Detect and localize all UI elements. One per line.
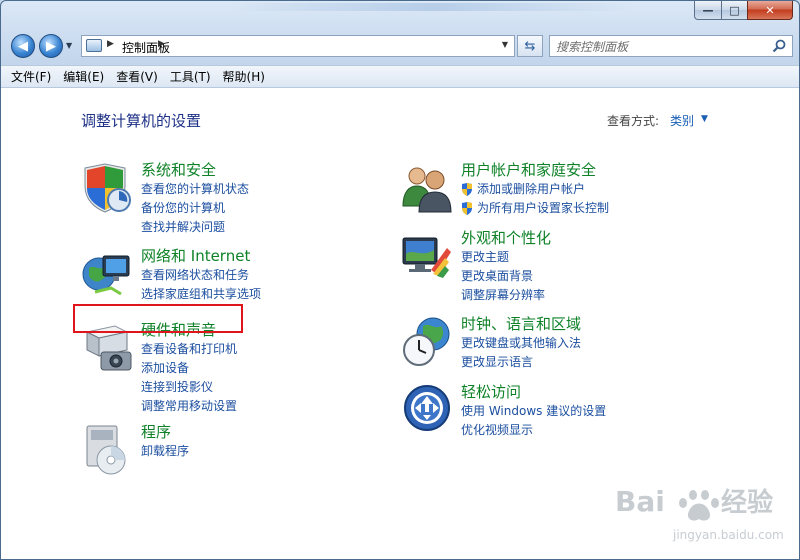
category-link[interactable]: 调整屏幕分辨率	[461, 286, 545, 305]
users-icon	[402, 167, 452, 213]
back-button[interactable]: ◀	[11, 34, 35, 58]
paw-icon	[679, 490, 719, 521]
maximize-button[interactable]: □	[721, 1, 747, 20]
category-title[interactable]: 轻松访问	[461, 381, 521, 402]
category-link[interactable]: 使用 Windows 建议的设置	[461, 402, 606, 421]
watermark-brand-left: Bai	[615, 485, 665, 518]
forward-arrow-icon: ▶	[46, 38, 56, 54]
category-link[interactable]: 为所有用户设置家长控制	[461, 199, 609, 218]
content-area: 调整计算机的设置 查看方式: 类别 ▼ 系统和安全 查看您的计算机状态 备份您的…	[1, 88, 799, 559]
category-link[interactable]: 卸载程序	[141, 442, 189, 461]
programs-disc-icon	[86, 425, 126, 475]
category-link[interactable]: 调整常用移动设置	[141, 397, 237, 416]
category-link[interactable]: 更改显示语言	[461, 353, 581, 372]
window-controls: — □ ✕	[694, 1, 793, 20]
forward-button[interactable]: ▶	[39, 34, 63, 58]
minimize-button[interactable]: —	[694, 1, 721, 20]
category-link[interactable]: 添加或删除用户帐户	[461, 180, 609, 199]
category-link[interactable]: 查看您的计算机状态	[141, 180, 249, 199]
category-links: 卸载程序	[141, 442, 189, 461]
view-by-dropdown[interactable]: 类别	[670, 112, 694, 129]
refresh-icon: ⇆	[524, 38, 536, 54]
monitor-palette-icon	[402, 237, 451, 278]
title-strip	[231, 3, 631, 11]
recent-pages-dropdown-icon[interactable]: ▼	[66, 41, 72, 50]
clock-globe-icon	[403, 317, 450, 366]
highlight-box	[73, 304, 243, 333]
menu-edit[interactable]: 编辑(E)	[63, 68, 104, 85]
navigation-row: ◀ ▶ ▼ ▶ 控制面板 ▶ ▼ ⇆	[1, 33, 799, 61]
category-title[interactable]: 外观和个性化	[461, 227, 551, 248]
menu-file[interactable]: 文件(F)	[11, 68, 51, 85]
category-link[interactable]: 备份您的计算机	[141, 199, 249, 218]
search-icon[interactable]	[772, 39, 786, 53]
category-title[interactable]: 程序	[141, 421, 171, 442]
category-links: 更改键盘或其他输入法 更改显示语言	[461, 334, 581, 372]
watermark-url: jingyan.baidu.com	[672, 528, 784, 542]
control-panel-icon	[86, 39, 102, 52]
category-link[interactable]: 查看设备和打印机	[141, 340, 237, 359]
view-by-caret-icon[interactable]: ▼	[701, 114, 708, 124]
menu-tools[interactable]: 工具(T)	[170, 68, 211, 85]
ease-of-access-icon	[404, 385, 450, 431]
link-text[interactable]: 添加或删除用户帐户	[477, 182, 585, 196]
title-bar[interactable]: — □ ✕	[1, 1, 799, 31]
globe-network-icon	[82, 255, 130, 296]
control-panel-window: — □ ✕ ◀ ▶ ▼ ▶ 控制面板 ▶ ▼ ⇆ 文件(F) 编辑(E) 查看(…	[0, 0, 800, 560]
category-title[interactable]: 网络和 Internet	[141, 245, 250, 266]
search-input[interactable]	[554, 38, 768, 56]
view-by-label: 查看方式:	[607, 114, 660, 128]
category-link[interactable]: 更改主题	[461, 248, 545, 267]
category-links: 使用 Windows 建议的设置 优化视频显示	[461, 402, 606, 440]
category-links: 更改主题 更改桌面背景 调整屏幕分辨率	[461, 248, 545, 305]
breadcrumb-arrow-icon[interactable]: ▶	[158, 39, 165, 49]
category-link[interactable]: 选择家庭组和共享选项	[141, 285, 261, 304]
category-title[interactable]: 系统和安全	[141, 159, 216, 180]
address-dropdown-icon[interactable]: ▼	[502, 40, 508, 49]
category-links: 查看您的计算机状态 备份您的计算机 查找并解决问题	[141, 180, 249, 237]
category-link[interactable]: 更改键盘或其他输入法	[461, 334, 581, 353]
breadcrumb-arrow-icon[interactable]: ▶	[107, 39, 114, 49]
category-title[interactable]: 时钟、语言和区域	[461, 313, 581, 334]
category-link[interactable]: 连接到投影仪	[141, 378, 237, 397]
close-button[interactable]: ✕	[747, 1, 793, 20]
menu-bar: 文件(F) 编辑(E) 查看(V) 工具(T) 帮助(H)	[1, 65, 799, 88]
watermark-brand-right: 经验	[721, 487, 773, 518]
uac-shield-icon	[462, 183, 472, 196]
baidu-jingyan-watermark: Bai 经验 jingyan.baidu.com	[615, 485, 784, 542]
uac-shield-icon	[462, 202, 472, 215]
category-link[interactable]: 优化视频显示	[461, 421, 606, 440]
category-links: 查看设备和打印机 添加设备 连接到投影仪 调整常用移动设置	[141, 340, 237, 416]
page-title: 调整计算机的设置	[81, 112, 202, 130]
link-text[interactable]: 为所有用户设置家长控制	[477, 201, 609, 215]
category-links: 添加或删除用户帐户 为所有用户设置家长控制	[461, 180, 609, 218]
search-box[interactable]	[549, 35, 793, 57]
category-link[interactable]: 查看网络状态和任务	[141, 266, 261, 285]
category-title[interactable]: 用户帐户和家庭安全	[461, 159, 596, 180]
shield-icon	[84, 163, 131, 213]
back-arrow-icon: ◀	[18, 38, 28, 54]
category-links: 查看网络状态和任务 选择家庭组和共享选项	[141, 266, 261, 304]
category-link[interactable]: 更改桌面背景	[461, 267, 545, 286]
refresh-button[interactable]: ⇆	[517, 35, 543, 57]
menu-view[interactable]: 查看(V)	[116, 68, 158, 85]
address-bar[interactable]: ▶ 控制面板 ▶ ▼	[81, 35, 515, 57]
category-link[interactable]: 添加设备	[141, 359, 237, 378]
category-link[interactable]: 查找并解决问题	[141, 218, 249, 237]
menu-help[interactable]: 帮助(H)	[223, 68, 265, 85]
